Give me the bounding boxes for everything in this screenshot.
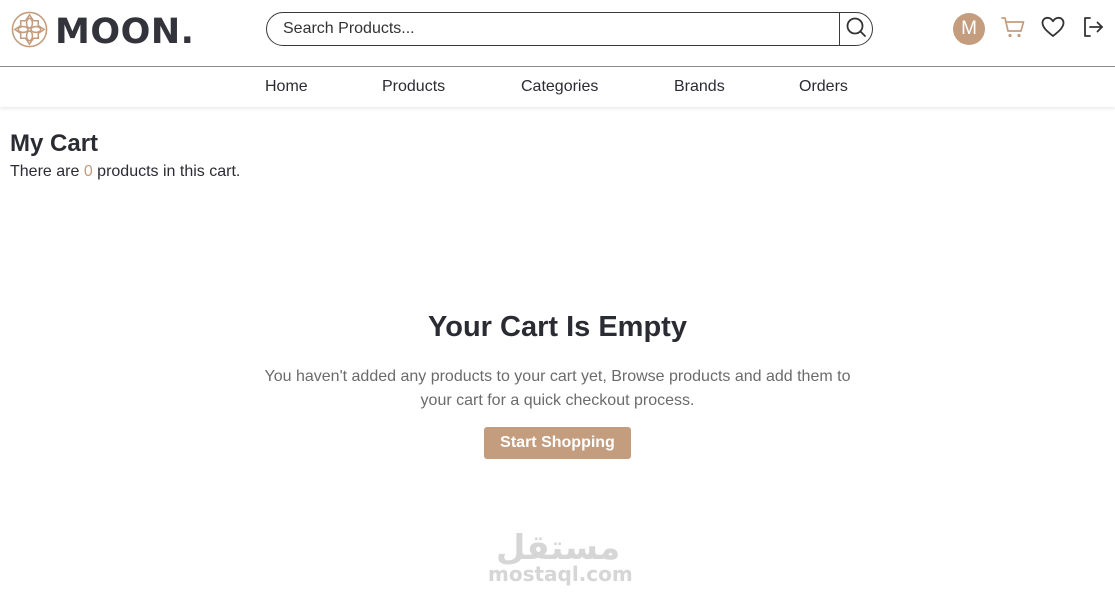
avatar[interactable]: M: [953, 13, 985, 45]
nav-item-home[interactable]: Home: [265, 78, 308, 96]
wishlist-button[interactable]: [1040, 16, 1066, 42]
logo[interactable]: MOON.: [10, 10, 194, 54]
search-button[interactable]: [839, 13, 872, 45]
nav-item-categories[interactable]: Categories: [521, 78, 598, 96]
top-header: MOON. M: [0, 0, 1115, 67]
watermark: مستقل mostaql.com: [488, 528, 633, 586]
main-nav: Home Products Categories Brands Orders: [0, 67, 1115, 107]
cart-count-suffix: products in this cart.: [92, 163, 241, 180]
cart-icon: [1000, 14, 1026, 45]
nav-item-orders[interactable]: Orders: [799, 78, 848, 96]
cart-count-value: 0: [83, 163, 93, 180]
heart-icon: [1040, 14, 1066, 45]
empty-cart-title: Your Cart Is Empty: [428, 311, 687, 343]
logo-flower-icon: [10, 10, 49, 54]
search-icon: [845, 16, 867, 43]
logout-icon: [1080, 14, 1106, 45]
nav-item-brands[interactable]: Brands: [674, 78, 725, 96]
search-bar: [266, 12, 873, 46]
cart-count-prefix: There are: [10, 163, 84, 180]
cart-button[interactable]: [1000, 16, 1026, 42]
nav-item-products[interactable]: Products: [382, 78, 445, 96]
start-shopping-button[interactable]: Start Shopping: [484, 427, 631, 459]
logout-button[interactable]: [1080, 16, 1106, 42]
page-title: My Cart: [10, 130, 99, 157]
cart-count-text: There are 0 products in this cart.: [10, 163, 240, 181]
empty-cart-description: You haven't added any products to your c…: [264, 368, 851, 409]
search-input[interactable]: [267, 13, 839, 45]
logo-text: MOON.: [55, 11, 195, 52]
watermark-latin: mostaql.com: [488, 562, 633, 586]
